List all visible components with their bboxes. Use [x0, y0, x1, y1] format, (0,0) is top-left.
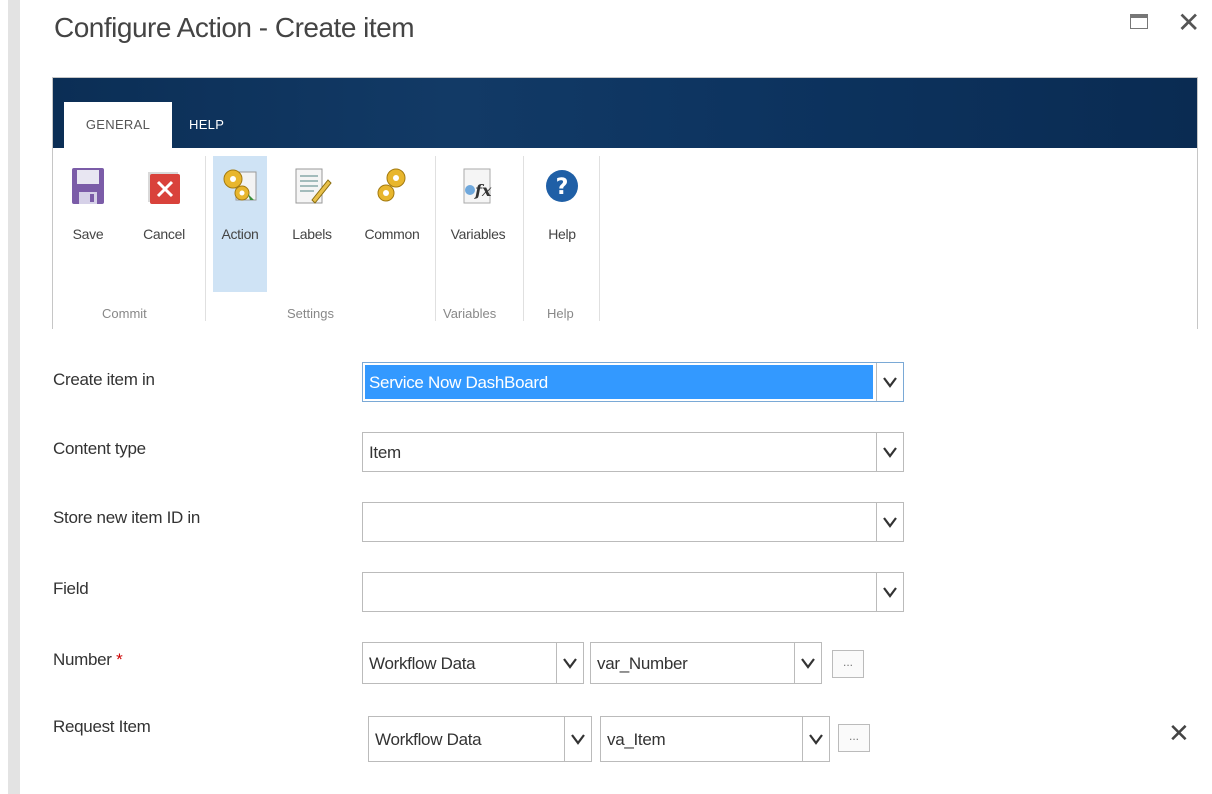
content-type-value: Item	[369, 443, 401, 462]
help-question-icon: ?	[542, 166, 582, 206]
help-button[interactable]: ? Help	[535, 158, 589, 242]
ribbon-header: GENERAL HELP	[53, 78, 1197, 148]
field-select[interactable]	[362, 572, 904, 612]
chevron-down-icon[interactable]	[876, 433, 903, 471]
ribbon-body: Save Cancel Action Labels Common fx Vari…	[53, 148, 1197, 329]
number-label: Number *	[53, 650, 123, 670]
tab-general[interactable]: GENERAL	[64, 102, 172, 148]
labels-button[interactable]: Labels	[285, 158, 339, 242]
chevron-down-icon[interactable]	[556, 643, 583, 683]
variables-button[interactable]: fx Variables	[443, 158, 513, 242]
request-item-variable-select[interactable]: va_Item	[600, 716, 830, 762]
cancel-label: Cancel	[143, 226, 185, 242]
tab-help[interactable]: HELP	[189, 102, 224, 148]
cancel-icon	[144, 166, 184, 206]
common-button[interactable]: Common	[357, 158, 427, 242]
labels-label: Labels	[292, 226, 332, 242]
request-item-label: Request Item	[53, 717, 151, 736]
close-icon[interactable]: ✕	[1177, 6, 1200, 39]
help-label: Help	[548, 226, 576, 242]
common-label: Common	[364, 226, 420, 242]
request-item-ellipsis-button[interactable]: ...	[838, 724, 870, 752]
save-button[interactable]: Save	[61, 158, 115, 242]
store-new-item-id-select[interactable]	[362, 502, 904, 542]
chevron-down-icon[interactable]	[876, 363, 903, 401]
number-ellipsis-button[interactable]: ...	[832, 650, 864, 678]
dialog-title: Configure Action - Create item	[54, 12, 415, 43]
group-label-variables: Variables	[443, 306, 497, 321]
request-item-source-select[interactable]: Workflow Data	[368, 716, 592, 762]
group-divider	[523, 156, 524, 321]
maximize-icon[interactable]	[1130, 14, 1148, 29]
group-label-help: Help	[547, 306, 574, 321]
group-divider	[205, 156, 206, 321]
number-variable-select[interactable]: var_Number	[590, 642, 822, 684]
ribbon: GENERAL HELP Save Cancel Action Labels C…	[52, 77, 1198, 329]
number-source-select[interactable]: Workflow Data	[362, 642, 584, 684]
number-variable-value: var_Number	[597, 654, 688, 673]
variables-label: Variables	[450, 226, 506, 242]
common-gears-icon	[372, 166, 412, 206]
group-label-commit: Commit	[102, 306, 147, 321]
action-gears-icon	[220, 166, 260, 206]
create-item-in-value: Service Now DashBoard	[369, 373, 548, 392]
content-type-select[interactable]: Item	[362, 432, 904, 472]
chevron-down-icon[interactable]	[564, 717, 591, 761]
store-new-item-id-label: Store new item ID in	[53, 508, 201, 527]
number-source-value: Workflow Data	[369, 654, 476, 673]
svg-text:?: ?	[556, 175, 569, 200]
chevron-down-icon[interactable]	[876, 573, 903, 611]
left-scrollbar	[8, 0, 20, 794]
action-label: Action	[221, 226, 259, 242]
number-label-text: Number	[53, 650, 112, 669]
group-divider	[435, 156, 436, 321]
field-label: Field	[53, 579, 89, 598]
request-item-variable-value: va_Item	[607, 730, 666, 749]
save-label: Save	[72, 226, 104, 242]
create-item-in-label: Create item in	[53, 370, 155, 389]
remove-row-icon[interactable]: ✕	[1168, 718, 1190, 749]
floppy-disk-icon	[68, 166, 108, 206]
cancel-button[interactable]: Cancel	[137, 158, 191, 242]
action-button[interactable]: Action	[213, 156, 267, 292]
variables-fx-icon: fx	[458, 166, 498, 206]
required-marker: *	[116, 650, 123, 669]
group-label-settings: Settings	[287, 306, 334, 321]
content-type-label: Content type	[53, 439, 146, 458]
labels-notepad-icon	[292, 166, 332, 206]
chevron-down-icon[interactable]	[802, 717, 829, 761]
create-item-in-select[interactable]: Service Now DashBoard	[362, 362, 904, 402]
group-divider	[599, 156, 600, 321]
chevron-down-icon[interactable]	[876, 503, 903, 541]
svg-text:fx: fx	[474, 181, 492, 200]
request-item-source-value: Workflow Data	[375, 730, 482, 749]
chevron-down-icon[interactable]	[794, 643, 821, 683]
